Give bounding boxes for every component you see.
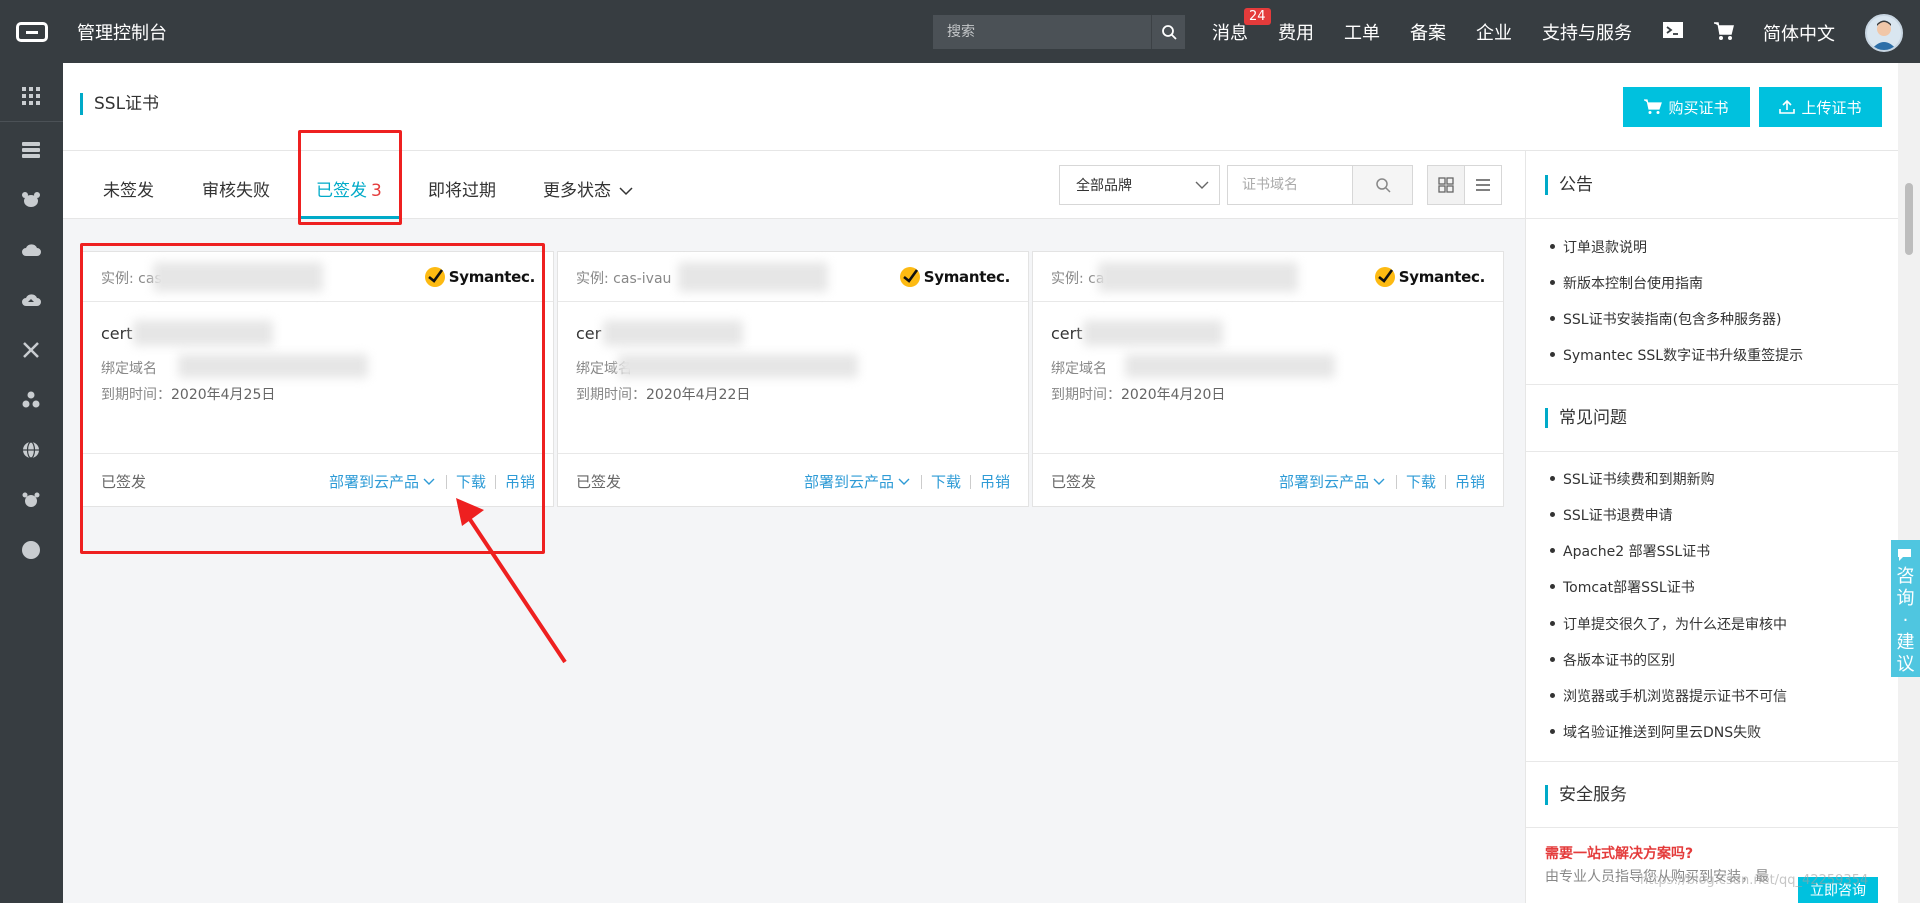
faq-item[interactable]: 浏览器或手机浏览器提示证书不可信 [1550, 686, 1787, 706]
faq-title: 常见问题 [1545, 408, 1627, 428]
download-link[interactable]: 下载 [931, 471, 961, 492]
search-icon[interactable] [1352, 166, 1412, 204]
expire-line: 到期时间：2020年4月20日 [1051, 387, 1226, 403]
search-icon[interactable] [1151, 15, 1185, 49]
console-title[interactable]: 管理控制台 [77, 19, 167, 45]
aliyun-logo-icon[interactable] [0, 0, 63, 63]
symantec-logo: Symantec. [1374, 267, 1485, 287]
notice-title: 公告 [1545, 175, 1593, 195]
tab-review-failed[interactable]: 审核失败 [202, 176, 270, 201]
grid-view-icon[interactable] [1427, 165, 1465, 205]
cloud-icon[interactable] [20, 239, 42, 261]
notice-item[interactable]: 新版本控制台使用指南 [1550, 273, 1703, 293]
cart-icon[interactable] [1713, 20, 1735, 46]
nav-enterprise[interactable]: 企业 [1476, 19, 1512, 45]
status-tabs: 未签发 审核失败 已签发 3 即将过期 更多状态 全部品牌 [63, 151, 1525, 219]
revoke-link[interactable]: 吊销 [1455, 471, 1485, 492]
tab-expiring[interactable]: 即将过期 [428, 176, 496, 201]
domain-line: 绑定域名 [1051, 361, 1107, 377]
gear-dog-icon[interactable] [20, 489, 42, 511]
check-icon [899, 267, 920, 287]
top-bar: 管理控制台 消息24 费用 工单 备案 企业 支持与服务 简体中文 [0, 0, 1920, 63]
upload-icon [1779, 99, 1796, 114]
left-sidebar [0, 63, 63, 903]
deploy-to-cloud-link[interactable]: 部署到云产品 [1279, 471, 1369, 492]
tab-more-status[interactable]: 更多状态 [543, 176, 633, 201]
global-search-input[interactable] [933, 15, 1151, 49]
revoke-link[interactable]: 吊销 [980, 471, 1010, 492]
cloud-upload-icon[interactable] [20, 289, 42, 311]
instance-id: 实例: ca [1051, 271, 1105, 287]
globe-icon[interactable] [20, 439, 42, 461]
faq-item[interactable]: Apache2 部署SSL证书 [1549, 541, 1710, 561]
cert-name: cert [1051, 324, 1083, 343]
nav-messages[interactable]: 消息 24 [1212, 7, 1271, 45]
domain-search-input[interactable] [1228, 166, 1352, 204]
symantec-logo: Symantec. [899, 267, 1010, 287]
upload-certificate-button[interactable]: 上传证书 [1759, 87, 1882, 127]
list-view-icon[interactable] [1464, 165, 1502, 205]
nav-billing[interactable]: 费用 [1278, 19, 1314, 45]
dog-icon[interactable] [20, 189, 42, 211]
notice-item[interactable]: 订单退款说明 [1550, 237, 1647, 257]
tab-unissued[interactable]: 未签发 [103, 176, 154, 201]
chevron-down-icon[interactable] [1373, 477, 1385, 487]
page-title: SSL证书 [80, 93, 159, 115]
brand-select[interactable]: 全部品牌 [1059, 165, 1220, 205]
page-scrollbar[interactable] [1898, 63, 1920, 903]
avatar[interactable] [1865, 14, 1903, 52]
status-badge: 已签发 [576, 473, 622, 491]
domain-search [1227, 165, 1413, 205]
faq-item[interactable]: Tomcat部署SSL证书 [1550, 577, 1695, 597]
faq-item[interactable]: 各版本证书的区别 [1550, 650, 1675, 670]
annotation-arrow-icon [456, 498, 567, 664]
instance-id: 实例: cas-ivau [576, 271, 672, 287]
network-icon[interactable] [20, 339, 42, 361]
notice-item[interactable]: Symantec SSL数字证书升级重签提示 [1549, 345, 1803, 365]
chevron-down-icon [619, 187, 633, 196]
nav-tickets[interactable]: 工单 [1344, 19, 1380, 45]
chevron-down-icon [1195, 181, 1209, 189]
expire-line: 到期时间：2020年4月22日 [576, 387, 751, 403]
nav-icp[interactable]: 备案 [1410, 19, 1446, 45]
messages-badge: 24 [1244, 7, 1271, 25]
chat-icon [1897, 549, 1911, 561]
check-icon [1374, 267, 1395, 287]
chevron-down-icon[interactable] [898, 477, 910, 487]
deploy-to-cloud-link[interactable]: 部署到云产品 [804, 471, 894, 492]
nav-support[interactable]: 支持与服务 [1542, 19, 1632, 45]
language-switch[interactable]: 简体中文 [1763, 20, 1835, 46]
apps-grid-icon[interactable] [20, 85, 42, 107]
security-title: 安全服务 [1545, 785, 1627, 805]
annotation-highlight-tab [298, 130, 402, 225]
global-search [933, 15, 1185, 49]
faq-item[interactable]: 订单提交很久了，为什么还是审核中 [1550, 614, 1787, 634]
status-badge: 已签发 [1051, 473, 1097, 491]
faq-item[interactable]: 域名验证推送到阿里云DNS失败 [1549, 722, 1761, 742]
buy-certificate-button[interactable]: 购买证书 [1623, 87, 1750, 127]
terminal-icon[interactable] [1662, 20, 1684, 44]
cluster-icon[interactable] [20, 389, 42, 411]
download-link[interactable]: 下载 [1406, 471, 1436, 492]
notice-item[interactable]: SSL证书安装指南(包含多种服务器) [1550, 309, 1782, 329]
server-stack-icon[interactable] [20, 139, 42, 161]
certificate-card: 实例: ca Symantec. cert 绑定域名 到期时间：2020年4月2… [1032, 251, 1504, 507]
right-panel: 公告 订单退款说明 新版本控制台使用指南 SSL证书安装指南(包含多种服务器) … [1525, 151, 1899, 903]
faq-item[interactable]: SSL证书退费申请 [1550, 505, 1673, 525]
top-nav: 消息 24 费用 工单 备案 企业 支持与服务 [1212, 0, 1662, 63]
promo-title: 需要一站式解决方案吗? [1545, 846, 1694, 862]
watermark-text: https://blog.csdn.net/qq_42259354 [1640, 873, 1869, 888]
circle-icon[interactable] [20, 539, 42, 561]
consult-feedback-tab[interactable]: 咨 询 · 建 议 [1891, 540, 1920, 677]
certificate-card: 实例: cas-ivau Symantec. cer 绑定域名 到期时间：202… [557, 251, 1029, 507]
scrollbar-thumb[interactable] [1905, 183, 1913, 255]
cart-icon [1644, 99, 1663, 114]
faq-item[interactable]: SSL证书续费和到期新购 [1550, 469, 1715, 489]
cert-name: cer [576, 324, 602, 343]
